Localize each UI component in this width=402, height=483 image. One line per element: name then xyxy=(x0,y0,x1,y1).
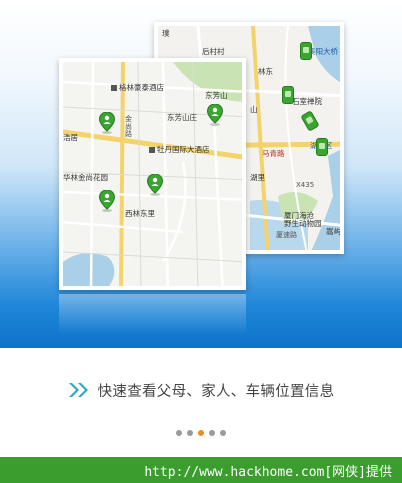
back-map-label: 集阳大桥 xyxy=(308,47,338,56)
location-pin-icon[interactable] xyxy=(99,112,115,134)
back-map-label: 马青路 xyxy=(262,149,285,158)
back-map-label: 嵩屿 xyxy=(326,227,341,236)
front-map-label: 东芳山庄 xyxy=(167,113,197,122)
front-map-label: 浩居 xyxy=(63,133,78,142)
location-pin-icon[interactable] xyxy=(147,174,163,196)
back-map-label: 石室禅院 xyxy=(292,97,322,106)
back-map-label: 湖里 xyxy=(250,173,265,182)
car-marker-icon[interactable] xyxy=(300,42,312,60)
back-map-label: 厦门海沧 野生动物园 xyxy=(284,211,322,228)
feature-caption: 快速查看父母、家人、车辆位置信息 xyxy=(0,370,402,410)
caption-text: 快速查看父母、家人、车辆位置信息 xyxy=(97,383,335,400)
hero-banner: 璞 后村村 集阳大桥 林东 石室禅院 山 湖里区 马青路 湖里 X435 厦门海… xyxy=(0,0,402,348)
map-screenshot-front: 格林豪泰酒店 东芳山 东芳山庄 金尚路 牡丹国际大酒店 浩居 华林金尚花园 西林… xyxy=(59,58,246,290)
double-chevron-right-icon xyxy=(68,383,88,397)
footer-source-text: http://www.hackhome.com[网侠]提供 xyxy=(144,464,392,480)
hotel-icon xyxy=(111,85,117,91)
car-marker-icon[interactable] xyxy=(316,138,328,156)
front-map-label: 金尚路 xyxy=(125,115,132,139)
page-dot[interactable] xyxy=(176,430,182,436)
page-dot[interactable] xyxy=(187,430,193,436)
back-map-label: 后村村 xyxy=(202,47,225,56)
back-map-label: 璞 xyxy=(162,29,170,38)
map-reflection xyxy=(59,294,246,334)
front-map-label: 牡丹国际大酒店 xyxy=(149,146,210,154)
car-marker-icon[interactable] xyxy=(282,86,294,104)
front-map-label: 华林金尚花园 xyxy=(63,173,108,182)
hotel-icon xyxy=(149,147,155,153)
back-map-label: 林东 xyxy=(258,67,273,76)
location-pin-icon[interactable] xyxy=(99,190,115,212)
back-map-label: X435 xyxy=(296,181,315,189)
back-map-label: 山 xyxy=(250,105,258,114)
page-dot[interactable] xyxy=(209,430,215,436)
front-map-label-text: 格林豪泰酒店 xyxy=(119,83,164,92)
back-map-label: 厦速路 xyxy=(276,231,297,239)
front-map-label-text: 牡丹国际大酒店 xyxy=(157,145,210,154)
page-indicator xyxy=(0,427,402,439)
front-map-label: 东芳山 xyxy=(205,91,228,100)
location-pin-icon[interactable] xyxy=(207,104,223,126)
front-map-label: 格林豪泰酒店 xyxy=(111,84,164,92)
footer-bar: http://www.hackhome.com[网侠]提供 xyxy=(0,457,402,483)
page-dot-active[interactable] xyxy=(198,430,204,436)
page-dot[interactable] xyxy=(220,430,226,436)
front-map-label: 西林东里 xyxy=(125,209,155,218)
